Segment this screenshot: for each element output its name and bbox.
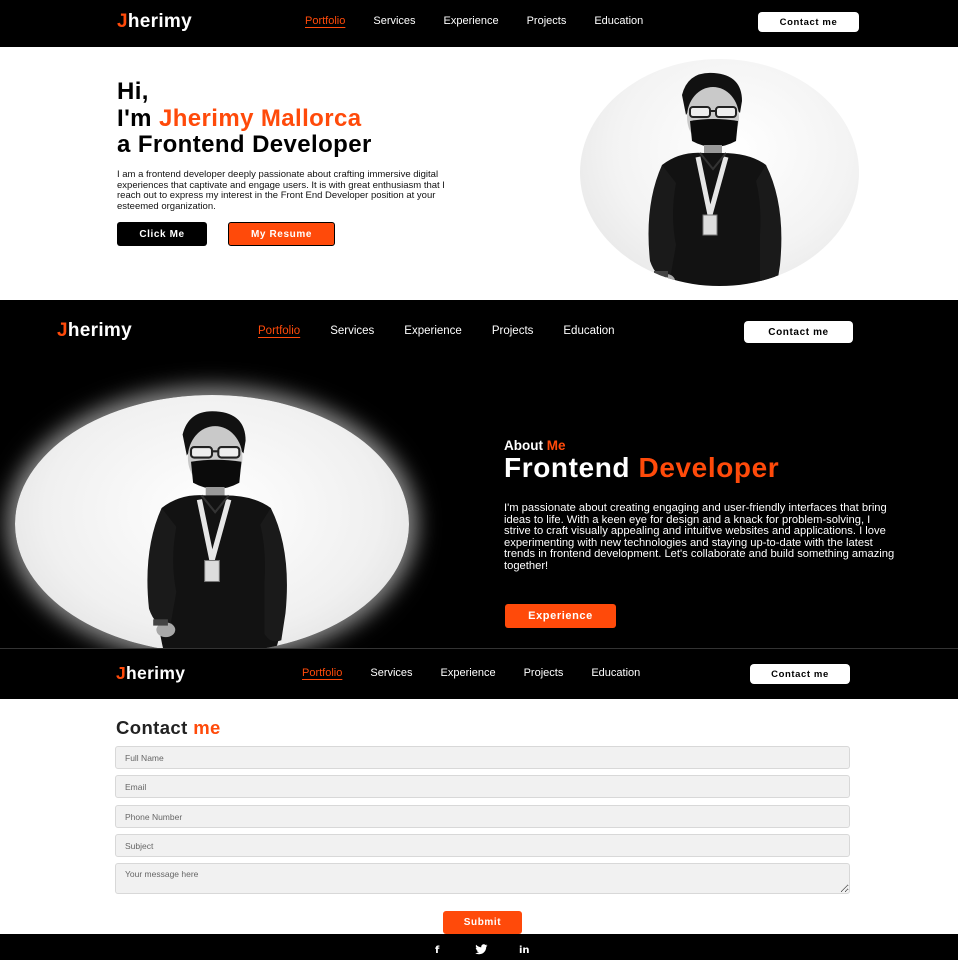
- brand-logo-rest: herimy: [127, 11, 192, 32]
- hero-description: I am a frontend developer deeply passion…: [117, 169, 445, 212]
- hero-section: Hi, I'm Jherimy Mallorca a Frontend Deve…: [0, 47, 958, 300]
- brand-logo[interactable]: Jherimy: [57, 320, 132, 342]
- contact-me-button[interactable]: Contact me: [750, 664, 850, 684]
- top-navbar: Jherimy Portfolio Services Experience Pr…: [0, 0, 958, 47]
- nav-links: Portfolio Services Experience Projects E…: [258, 325, 645, 337]
- about-description: I'm passionate about creating engaging a…: [504, 502, 895, 572]
- submit-button[interactable]: Submit: [443, 911, 522, 934]
- contact-me-button[interactable]: Contact me: [744, 321, 853, 343]
- hero-im: I'm: [117, 104, 159, 132]
- nav-link-portfolio[interactable]: Portfolio: [305, 15, 345, 27]
- footer: f in: [0, 934, 958, 960]
- hero-title: Hi, I'm Jherimy Mallorca a Frontend Deve…: [117, 78, 372, 159]
- nav-link-education[interactable]: Education: [591, 667, 640, 679]
- contact-title: Contact me: [116, 717, 221, 739]
- nav-link-projects[interactable]: Projects: [524, 667, 564, 679]
- person-illustration: [580, 59, 859, 286]
- person-illustration: [15, 395, 409, 653]
- contact-me-button[interactable]: Contact me: [758, 12, 859, 32]
- profile-photo: [580, 59, 859, 286]
- my-resume-button[interactable]: My Resume: [228, 222, 335, 246]
- contact-title-prefix: Contact: [116, 717, 194, 738]
- about-kicker-accent: Me: [546, 438, 566, 453]
- nav-link-services[interactable]: Services: [370, 667, 412, 679]
- nav-link-experience[interactable]: Experience: [444, 15, 499, 27]
- nav-links: Portfolio Services Experience Projects E…: [302, 667, 668, 679]
- brand-logo-initial: J: [117, 11, 128, 32]
- full-name-input[interactable]: [115, 746, 850, 769]
- phone-number-input[interactable]: [115, 805, 850, 828]
- brand-logo-initial: J: [116, 663, 127, 683]
- about-kicker-prefix: About: [504, 438, 547, 453]
- about-photo: [15, 395, 409, 653]
- nav-link-education[interactable]: Education: [594, 15, 643, 27]
- experience-button[interactable]: Experience: [505, 604, 616, 628]
- hero-name: Jherimy Mallorca: [158, 104, 362, 132]
- brand-logo-rest: herimy: [67, 320, 132, 341]
- nav-link-portfolio[interactable]: Portfolio: [302, 667, 342, 679]
- about-title: Frontend Developer: [504, 452, 779, 484]
- about-kicker: About Me: [504, 438, 566, 453]
- linkedin-icon[interactable]: in: [519, 945, 530, 956]
- email-input[interactable]: [115, 775, 850, 798]
- brand-logo[interactable]: Jherimy: [116, 663, 185, 684]
- hero-role: a Frontend Developer: [117, 131, 372, 158]
- nav-links: Portfolio Services Experience Projects E…: [305, 15, 671, 27]
- message-textarea[interactable]: [115, 863, 850, 894]
- twitter-icon[interactable]: [475, 944, 488, 958]
- about-title-prefix: Frontend: [504, 452, 639, 483]
- nav-link-projects[interactable]: Projects: [527, 15, 567, 27]
- contact-section: Contact me Submit: [0, 699, 958, 934]
- nav-link-education[interactable]: Education: [563, 325, 614, 337]
- brand-logo-rest: herimy: [126, 663, 186, 683]
- nav-link-projects[interactable]: Projects: [492, 325, 534, 337]
- about-section: About Me Frontend Developer I'm passiona…: [0, 360, 958, 653]
- nav-link-services[interactable]: Services: [330, 325, 374, 337]
- about-title-accent: Developer: [638, 452, 780, 483]
- about-navbar: Jherimy Portfolio Services Experience Pr…: [0, 300, 958, 360]
- nav-link-services[interactable]: Services: [373, 15, 415, 27]
- contact-navbar: Jherimy Portfolio Services Experience Pr…: [0, 648, 958, 699]
- brand-logo-initial: J: [57, 320, 68, 341]
- nav-link-portfolio[interactable]: Portfolio: [258, 325, 300, 337]
- contact-title-accent: me: [193, 717, 221, 738]
- nav-link-experience[interactable]: Experience: [441, 667, 496, 679]
- facebook-icon[interactable]: f: [435, 945, 439, 956]
- hero-greeting: Hi,: [117, 78, 149, 105]
- brand-logo[interactable]: Jherimy: [117, 11, 192, 33]
- subject-input[interactable]: [115, 834, 850, 857]
- nav-link-experience[interactable]: Experience: [404, 325, 462, 337]
- click-me-button[interactable]: Click Me: [117, 222, 207, 246]
